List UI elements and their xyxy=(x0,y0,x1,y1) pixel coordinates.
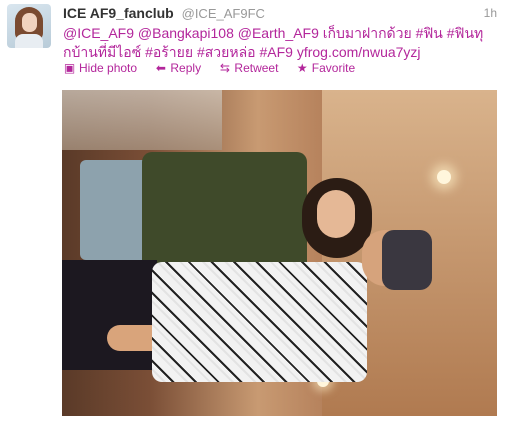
avatar[interactable] xyxy=(7,4,51,48)
photo-light xyxy=(437,170,451,184)
photo-person-shorts xyxy=(80,160,150,260)
avatar-face xyxy=(22,13,37,32)
tweet: ICE AF9_fanclub @ICE_AF9FC 1h @ICE_AF9 @… xyxy=(0,0,505,422)
account-fullname[interactable]: ICE AF9_fanclub xyxy=(63,5,174,21)
account-username[interactable]: @ICE_AF9FC xyxy=(182,6,265,21)
favorite-button[interactable]: ★ Favorite xyxy=(296,61,355,75)
photo-person-patterned-shirt xyxy=(152,262,367,382)
photo-person-face xyxy=(317,190,355,238)
hide-photo-button[interactable]: ▣ Hide photo xyxy=(63,61,137,75)
tweet-photo[interactable] xyxy=(62,90,497,416)
tweet-text-line-2[interactable]: กบ้านที่มีไอซ์ #อร้ายย #สวยหล่อ #AF9 yfr… xyxy=(63,43,497,62)
tweet-actions: ▣ Hide photo ⬅ Reply ⇆ Retweet ★ Favorite xyxy=(63,61,369,75)
reply-arrow-icon: ⬅ xyxy=(155,61,166,75)
hide-photo-label: Hide photo xyxy=(79,61,138,75)
reply-button[interactable]: ⬅ Reply xyxy=(154,61,201,75)
photo-person-cap xyxy=(382,230,432,290)
favorite-label: Favorite xyxy=(311,61,356,75)
avatar-body xyxy=(15,34,43,48)
tweet-timestamp[interactable]: 1h xyxy=(484,6,497,20)
photo-person-pants xyxy=(62,260,157,370)
tweet-header: ICE AF9_fanclub @ICE_AF9FC xyxy=(63,5,265,22)
retweet-icon: ⇆ xyxy=(219,61,230,75)
star-icon: ★ xyxy=(296,61,308,75)
tweet-text-line-1[interactable]: @ICE_AF9 @Bangkapi108 @Earth_AF9 เก็บมาฝ… xyxy=(63,24,497,43)
photo-icon: ▣ xyxy=(63,61,76,75)
tweet-text: @ICE_AF9 @Bangkapi108 @Earth_AF9 เก็บมาฝ… xyxy=(63,24,497,62)
reply-label: Reply xyxy=(170,61,202,75)
photo-person-green-top xyxy=(142,152,307,272)
retweet-label: Retweet xyxy=(234,61,279,75)
retweet-button[interactable]: ⇆ Retweet xyxy=(218,61,279,75)
photo-background-furniture xyxy=(62,90,222,150)
